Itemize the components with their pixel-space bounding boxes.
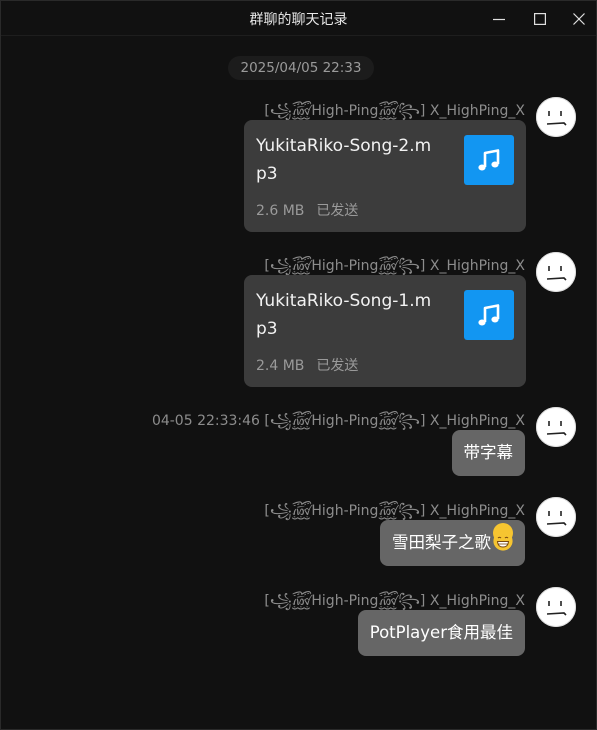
avatar[interactable]: [536, 587, 576, 627]
title-bar[interactable]: 群聊的聊天记录: [1, 1, 596, 36]
date-divider: 2025/04/05 22:33: [228, 56, 374, 80]
file-meta: 2.4 MB 已发送: [256, 355, 358, 375]
file-message-card[interactable]: YukitaRiko-Song-2.mp3 2.6 MB 已发送: [244, 120, 526, 232]
message-text: 带字幕: [463, 443, 514, 462]
maximize-icon: [534, 12, 546, 25]
avatar[interactable]: [536, 407, 576, 447]
file-status: 已发送: [316, 203, 359, 219]
avatar[interactable]: [536, 97, 576, 137]
text-message-bubble[interactable]: PotPlayer食用最佳: [357, 610, 525, 656]
close-button[interactable]: [559, 1, 597, 36]
minimize-icon: [493, 18, 505, 20]
maximize-button[interactable]: [520, 1, 560, 36]
text-message-bubble[interactable]: 带字幕: [451, 430, 525, 476]
file-size: 2.6 MB: [256, 203, 305, 219]
chat-history-window: 群聊的聊天记录 2025/04/05 22:33 [꧁꫞High-Ping꫞꧂]…: [0, 0, 597, 730]
message-text: 雪田梨子之歌: [392, 533, 491, 552]
file-name: YukitaRiko-Song-1.mp3: [256, 291, 432, 339]
file-message-card[interactable]: YukitaRiko-Song-1.mp3 2.4 MB 已发送: [244, 275, 526, 387]
music-note-icon: [464, 290, 514, 340]
music-note-icon: [464, 135, 514, 185]
avatar[interactable]: [536, 252, 576, 292]
avatar[interactable]: [536, 497, 576, 537]
close-icon: [573, 12, 585, 25]
grinning-face-emoji-icon: [493, 523, 513, 551]
minimize-button[interactable]: [479, 1, 519, 36]
message-list[interactable]: 2025/04/05 22:33 [꧁꫞High-Ping꫞꧂] X_HighP…: [1, 37, 596, 729]
file-name: YukitaRiko-Song-2.mp3: [256, 136, 432, 184]
file-size: 2.4 MB: [256, 358, 305, 374]
file-status: 已发送: [316, 358, 359, 374]
file-meta: 2.6 MB 已发送: [256, 200, 358, 220]
text-message-bubble[interactable]: 雪田梨子之歌: [380, 520, 525, 566]
message-text: PotPlayer食用最佳: [369, 623, 513, 642]
